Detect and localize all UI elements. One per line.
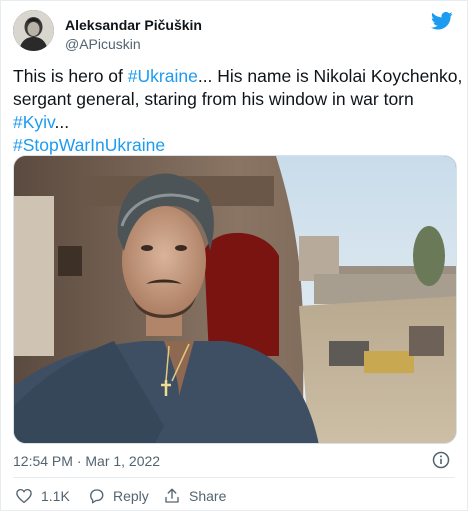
- author-handle[interactable]: @APicuskin: [65, 36, 141, 52]
- hashtag-stopwarinukraine[interactable]: #StopWarInUkraine: [13, 135, 165, 155]
- tweet-timestamp[interactable]: 12:54 PM · Mar 1, 2022: [13, 453, 160, 469]
- like-count: 1.1K: [41, 488, 70, 504]
- share-button[interactable]: Share: [163, 485, 226, 507]
- tweet-line-2: sergant general, staring from his window…: [13, 89, 414, 109]
- tweet-text: This is hero of #Ukraine... His name is …: [13, 65, 462, 157]
- hashtag-ukraine[interactable]: #Ukraine: [128, 66, 198, 86]
- reply-button[interactable]: Reply: [87, 485, 149, 507]
- divider: [13, 477, 455, 478]
- share-icon: [165, 488, 179, 503]
- share-label: Share: [189, 488, 227, 504]
- tweet-text-segment: ... His name is Nikolai Koychenko,: [197, 66, 463, 86]
- reply-label: Reply: [113, 488, 149, 504]
- twitter-bird-icon[interactable]: [431, 11, 453, 31]
- like-button[interactable]: 1.1K: [15, 485, 70, 507]
- info-icon[interactable]: [432, 451, 450, 469]
- tweet-text-segment: This is hero of: [13, 66, 128, 86]
- tweet-line-1: This is hero of #Ukraine... His name is …: [13, 65, 462, 88]
- heart-icon: [16, 488, 32, 504]
- author-name[interactable]: Aleksandar Pičuškin: [65, 17, 202, 33]
- tweet-text-segment: ...: [54, 112, 70, 132]
- tweet-line-4: #StopWarInUkraine: [13, 134, 459, 157]
- tweet-photo[interactable]: [13, 155, 457, 444]
- tweet-header: Aleksandar Pičuškin @APicuskin: [13, 10, 455, 54]
- reply-icon: [90, 489, 104, 504]
- avatar[interactable]: [13, 10, 54, 51]
- hashtag-kyiv[interactable]: #Kyiv: [13, 112, 55, 132]
- tweet-line-3: #Kyiv...: [13, 111, 459, 134]
- tweet-card: Aleksandar Pičuškin @APicuskin This is h…: [0, 0, 468, 511]
